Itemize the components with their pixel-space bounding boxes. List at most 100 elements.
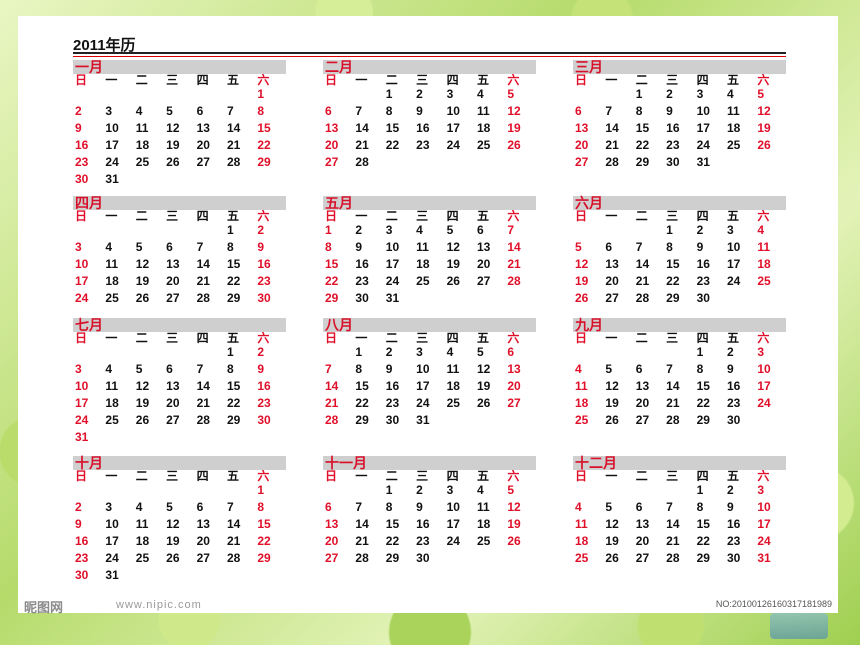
empty-cell <box>603 344 633 361</box>
day-cell: 12 <box>605 517 619 531</box>
day-cell: 27 <box>196 155 210 169</box>
empty-cell <box>195 344 225 361</box>
month-header: 十一月 <box>323 455 536 471</box>
day-cell: 14 <box>355 121 369 135</box>
weekday-label: 一 <box>355 73 368 87</box>
day-cell: 7 <box>196 362 204 376</box>
day-cell: 10 <box>757 362 771 376</box>
day-cell: 8 <box>257 104 265 118</box>
month-header: 十二月 <box>573 455 786 471</box>
day-cell: 8 <box>257 500 265 514</box>
day-cell: 29 <box>226 413 241 427</box>
day-cell: 13 <box>196 121 210 135</box>
day-cell: 14 <box>196 257 210 271</box>
day-cell: 29 <box>666 291 680 305</box>
day-cell: 18 <box>105 396 119 410</box>
day-cell: 14 <box>196 379 210 393</box>
weekday-label: 五 <box>476 73 489 87</box>
weekday-label: 六 <box>757 331 770 345</box>
day-cell: 30 <box>726 551 741 565</box>
weekday-label: 一 <box>605 331 618 345</box>
day-cell: 31 <box>385 291 400 305</box>
day-cell: 26 <box>757 138 771 152</box>
weekday-label: 二 <box>635 73 648 87</box>
day-cell: 3 <box>75 240 82 254</box>
day-cell: 15 <box>385 121 400 135</box>
day-cell: 20 <box>635 396 650 410</box>
day-cell: 27 <box>166 413 180 427</box>
day-cell: 11 <box>446 362 460 376</box>
day-cell: 7 <box>666 500 673 514</box>
day-cell: 25 <box>575 413 589 427</box>
day-cell: 7 <box>605 104 613 118</box>
weekday-label: 六 <box>757 209 770 223</box>
day-cell: 31 <box>416 413 430 427</box>
day-cell: 13 <box>166 379 180 393</box>
day-cell: 15 <box>696 517 710 531</box>
empty-cell <box>664 482 694 499</box>
day-cell: 5 <box>135 240 143 254</box>
month-grid: 日一二三四五六 1 2 3 4 5 6 7 8 9 10 11 12 13 14 15 16 17 18 19 20 21… <box>73 332 286 446</box>
nav-button[interactable] <box>770 613 828 639</box>
day-cell: 25 <box>135 551 150 565</box>
day-cell: 2 <box>257 345 265 359</box>
day-cell: 14 <box>507 240 521 254</box>
day-cell: 24 <box>105 155 119 169</box>
day-cell: 2 <box>416 87 423 101</box>
day-cell: 23 <box>416 138 430 152</box>
day-cell: 5 <box>135 362 143 376</box>
weekday-label: 四 <box>196 209 209 223</box>
empty-cell <box>164 344 194 361</box>
day-cell: 6 <box>325 104 332 118</box>
empty-cell <box>164 86 194 103</box>
month-name: 八月 <box>325 317 353 333</box>
day-cell: 4 <box>726 87 734 101</box>
month-header: 四月 <box>73 195 286 211</box>
day-cell: 1 <box>696 483 704 497</box>
month-block: 七月日一二三四五六 1 2 3 4 5 6 7 8 9 10 11 12 13 14 15 16 17 18 19 20… <box>73 317 286 446</box>
month-grid: 日一二三四五六 1 2 3 4 5 6 7 8 9 10 11 12 13 14 15 16 17 18 19 20 21… <box>573 470 786 567</box>
day-cell: 10 <box>757 500 771 514</box>
month-name: 十一月 <box>325 455 367 471</box>
weekday-label: 六 <box>757 73 770 87</box>
day-cell: 20 <box>575 138 589 152</box>
day-cell: 4 <box>105 362 113 376</box>
day-cell: 29 <box>696 413 710 427</box>
empty-cell <box>634 344 664 361</box>
day-cell: 17 <box>757 379 771 393</box>
day-cell: 8 <box>385 500 393 514</box>
month-grid: 日一二三四五六 1 2 3 4 5 6 7 8 9 10 11 12 13 14 15 16 17 18 19 20 21… <box>573 210 786 307</box>
day-cell: 29 <box>257 155 271 169</box>
day-cell: 4 <box>135 500 143 514</box>
day-cell: 20 <box>196 534 210 548</box>
weekday-label: 一 <box>355 209 368 223</box>
day-cell: 15 <box>226 257 241 271</box>
month-name: 六月 <box>575 195 603 211</box>
day-cell: 19 <box>446 257 460 271</box>
day-cell: 20 <box>325 138 339 152</box>
day-cell: 2 <box>257 223 265 237</box>
day-cell: 21 <box>605 138 619 152</box>
day-cell: 30 <box>257 413 271 427</box>
day-cell: 7 <box>196 240 204 254</box>
day-cell: 21 <box>507 257 521 271</box>
day-cell: 2 <box>416 483 423 497</box>
title-rule-red <box>73 56 786 57</box>
day-cell: 10 <box>446 104 460 118</box>
day-cell: 12 <box>605 379 619 393</box>
day-cell: 17 <box>446 121 460 135</box>
month-block: 十月日一二三四五六 1 2 3 4 5 6 7 8 9 10 11 12 13 14 15 16 17 18 19 20… <box>73 455 286 584</box>
day-cell: 28 <box>196 413 210 427</box>
weekday-label: 五 <box>226 73 239 87</box>
day-cell: 27 <box>507 396 521 410</box>
day-cell: 26 <box>135 291 150 305</box>
weekday-label: 四 <box>696 331 709 345</box>
day-cell: 17 <box>416 379 430 393</box>
day-cell: 18 <box>416 257 430 271</box>
day-cell: 17 <box>385 257 400 271</box>
weekday-label: 二 <box>385 469 398 483</box>
day-cell: 15 <box>696 379 710 393</box>
day-cell: 5 <box>476 345 484 359</box>
day-cell: 15 <box>666 257 680 271</box>
day-cell: 16 <box>666 121 680 135</box>
